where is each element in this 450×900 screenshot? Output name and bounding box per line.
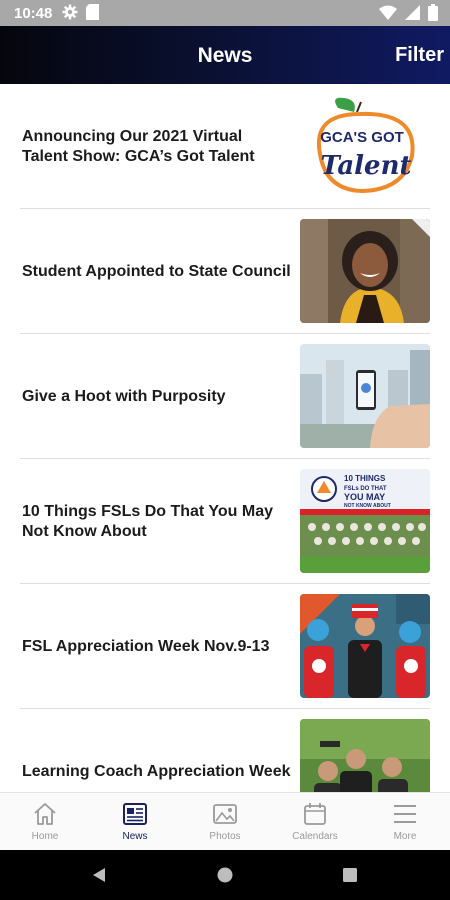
home-icon <box>34 803 56 825</box>
news-thumbnail <box>300 719 430 792</box>
news-thumbnail <box>300 594 430 698</box>
news-list[interactable]: Announcing Our 2021 Virtual Talent Show:… <box>0 84 450 792</box>
nav-label: Calendars <box>292 831 338 842</box>
learning-coach-photo <box>300 719 430 792</box>
news-item[interactable]: Announcing Our 2021 Virtual Talent Show:… <box>20 84 430 209</box>
svg-text:GCA'S GOT: GCA'S GOT <box>320 129 404 146</box>
news-thumbnail: GCA'S GOT Talent <box>300 94 430 198</box>
status-time: 10:48 <box>14 5 53 22</box>
nav-photos[interactable]: Photos <box>180 793 270 851</box>
signal-icon <box>405 5 420 20</box>
news-item[interactable]: Give a Hoot with Purposity <box>20 334 430 459</box>
news-title: 10 Things FSLs Do That You May Not Know … <box>22 502 273 540</box>
svg-text:NOT KNOW ABOUT: NOT KNOW ABOUT <box>344 503 391 509</box>
nav-calendars[interactable]: Calendars <box>270 793 360 851</box>
menu-icon <box>394 805 416 823</box>
nav-news[interactable]: News <box>90 793 180 851</box>
wifi-icon <box>379 5 397 20</box>
back-icon[interactable] <box>91 867 107 883</box>
nav-home[interactable]: Home <box>0 793 90 851</box>
app-header: News Filter <box>0 26 450 84</box>
svg-text:YOU MAY: YOU MAY <box>344 492 385 502</box>
news-item[interactable]: Learning Coach Appreciation Week <box>20 709 430 792</box>
news-item[interactable]: 10 Things FSLs Do That You May Not Know … <box>20 459 430 584</box>
news-title: Announcing Our 2021 Virtual Talent Show:… <box>22 127 255 165</box>
student-portrait-photo <box>300 219 430 323</box>
bottom-nav: Home News Photos Calendars More <box>0 792 450 851</box>
nav-label: Photos <box>209 831 241 842</box>
news-icon <box>123 803 147 825</box>
group-photo-banner: 10 THINGS FSLs DO THAT YOU MAY NOT KNOW … <box>300 469 430 573</box>
home-button-icon[interactable] <box>217 867 233 883</box>
filter-button[interactable]: Filter <box>395 44 444 67</box>
svg-text:Talent: Talent <box>320 151 411 181</box>
talent-show-logo: GCA'S GOT Talent <box>316 97 415 194</box>
page-title: News <box>197 44 253 67</box>
battery-icon <box>428 4 438 21</box>
news-item[interactable]: Student Appointed to State Council <box>20 209 430 334</box>
news-title: FSL Appreciation Week Nov.9-13 <box>22 637 270 655</box>
settings-icon <box>62 4 78 20</box>
sd-card-icon <box>86 4 99 20</box>
recents-icon[interactable] <box>343 868 357 882</box>
calendar-icon <box>304 803 326 825</box>
svg-text:10 THINGS: 10 THINGS <box>344 474 386 483</box>
news-title: Give a Hoot with Purposity <box>22 387 226 405</box>
phone-in-hand-photo <box>300 344 430 448</box>
appreciation-week-photo <box>300 594 430 698</box>
nav-more[interactable]: More <box>360 793 450 851</box>
news-thumbnail: 10 THINGS FSLs DO THAT YOU MAY NOT KNOW … <box>300 469 430 573</box>
nav-label: More <box>393 831 417 842</box>
status-bar: 10:48 <box>0 0 450 26</box>
news-thumbnail <box>300 344 430 448</box>
nav-label: News <box>122 831 148 842</box>
news-thumbnail <box>300 219 430 323</box>
android-nav-bar <box>0 850 450 900</box>
nav-label: Home <box>31 831 59 842</box>
news-title: Learning Coach Appreciation Week <box>22 762 291 780</box>
photos-icon <box>213 804 237 824</box>
news-title: Student Appointed to State Council <box>22 262 291 280</box>
news-item[interactable]: FSL Appreciation Week Nov.9-13 <box>20 584 430 709</box>
